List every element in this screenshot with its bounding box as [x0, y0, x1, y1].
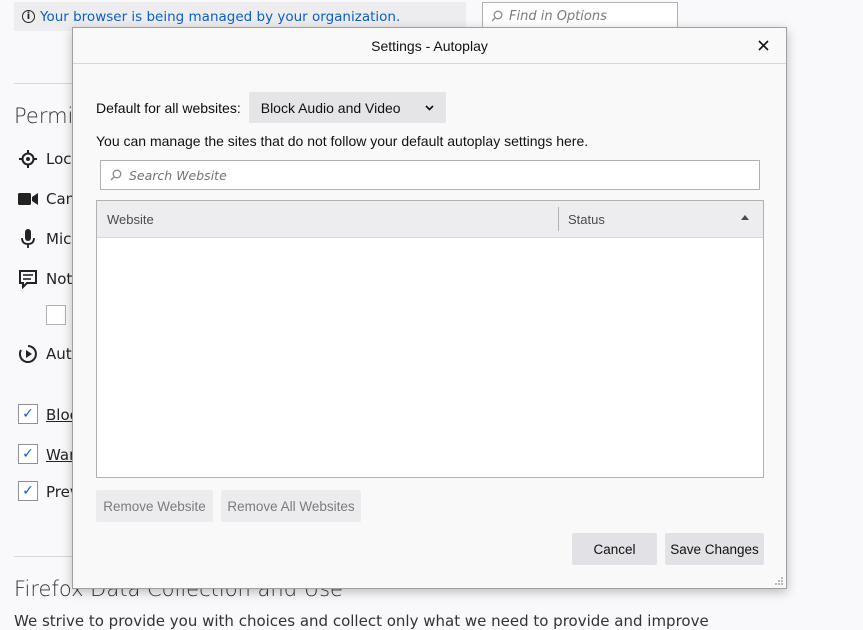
cancel-button[interactable]: Cancel	[572, 533, 657, 565]
autoplay-settings-dialog: Settings - Autoplay Default for all webs…	[72, 27, 787, 589]
search-icon	[491, 10, 503, 22]
search-placeholder: Search Website	[129, 167, 227, 183]
default-select-value: Block Audio and Video	[260, 99, 401, 116]
cancel-label: Cancel	[593, 541, 636, 557]
save-changes-button[interactable]: Save Changes	[665, 533, 764, 565]
divider	[14, 556, 74, 557]
permission-notifications: Not	[18, 269, 72, 289]
prevent-checkbox[interactable]: ✓	[18, 481, 38, 501]
search-website-input[interactable]: Search Website	[100, 160, 760, 190]
search-icon	[110, 169, 122, 181]
managed-notice-text: Your browser is being managed by your or…	[40, 8, 401, 25]
remove-website-label: Remove Website	[103, 498, 206, 514]
warn-checkbox-label: War	[46, 446, 76, 464]
manage-description: You can manage the sites that do not fol…	[96, 133, 589, 149]
find-placeholder: Find in Options	[509, 8, 607, 24]
default-setting-row: Default for all websites: Block Audio an…	[96, 92, 446, 123]
dialog-title: Settings - Autoplay	[371, 37, 488, 54]
warn-checkbox[interactable]: ✓	[18, 444, 38, 464]
resize-grip-icon[interactable]	[774, 576, 784, 586]
status-column-header[interactable]: Status	[568, 212, 605, 227]
block-checkbox[interactable]: ✓	[18, 404, 38, 424]
chevron-down-icon	[425, 104, 434, 111]
notification-icon	[18, 269, 38, 289]
camera-icon	[18, 189, 38, 209]
permission-camera: Cam	[18, 189, 80, 209]
table-header: Website Status	[97, 201, 763, 238]
notifications-checkbox[interactable]	[46, 305, 66, 325]
find-in-options-input[interactable]: Find in Options	[482, 2, 678, 30]
remove-website-button[interactable]: Remove Website	[96, 490, 213, 522]
microphone-icon	[18, 229, 38, 249]
autoplay-icon	[18, 344, 38, 364]
permission-label: Not	[46, 270, 73, 288]
default-label: Default for all websites:	[96, 99, 241, 116]
websites-table: Website Status	[96, 200, 764, 478]
remove-all-websites-button[interactable]: Remove All Websites	[221, 490, 361, 522]
close-button[interactable]	[752, 34, 774, 56]
sort-ascending-icon	[741, 215, 749, 220]
save-label: Save Changes	[670, 541, 759, 557]
data-collection-text: We strive to provide you with choices an…	[14, 612, 709, 630]
permission-microphone: Micr	[18, 229, 78, 249]
dialog-titlebar: Settings - Autoplay	[73, 28, 786, 64]
default-autoplay-select[interactable]: Block Audio and Video	[248, 92, 446, 123]
info-icon: i	[22, 10, 35, 23]
column-divider[interactable]	[558, 207, 559, 231]
website-column-header[interactable]: Website	[107, 212, 154, 227]
close-icon	[757, 39, 769, 51]
remove-all-label: Remove All Websites	[227, 498, 355, 514]
location-icon	[18, 149, 38, 169]
